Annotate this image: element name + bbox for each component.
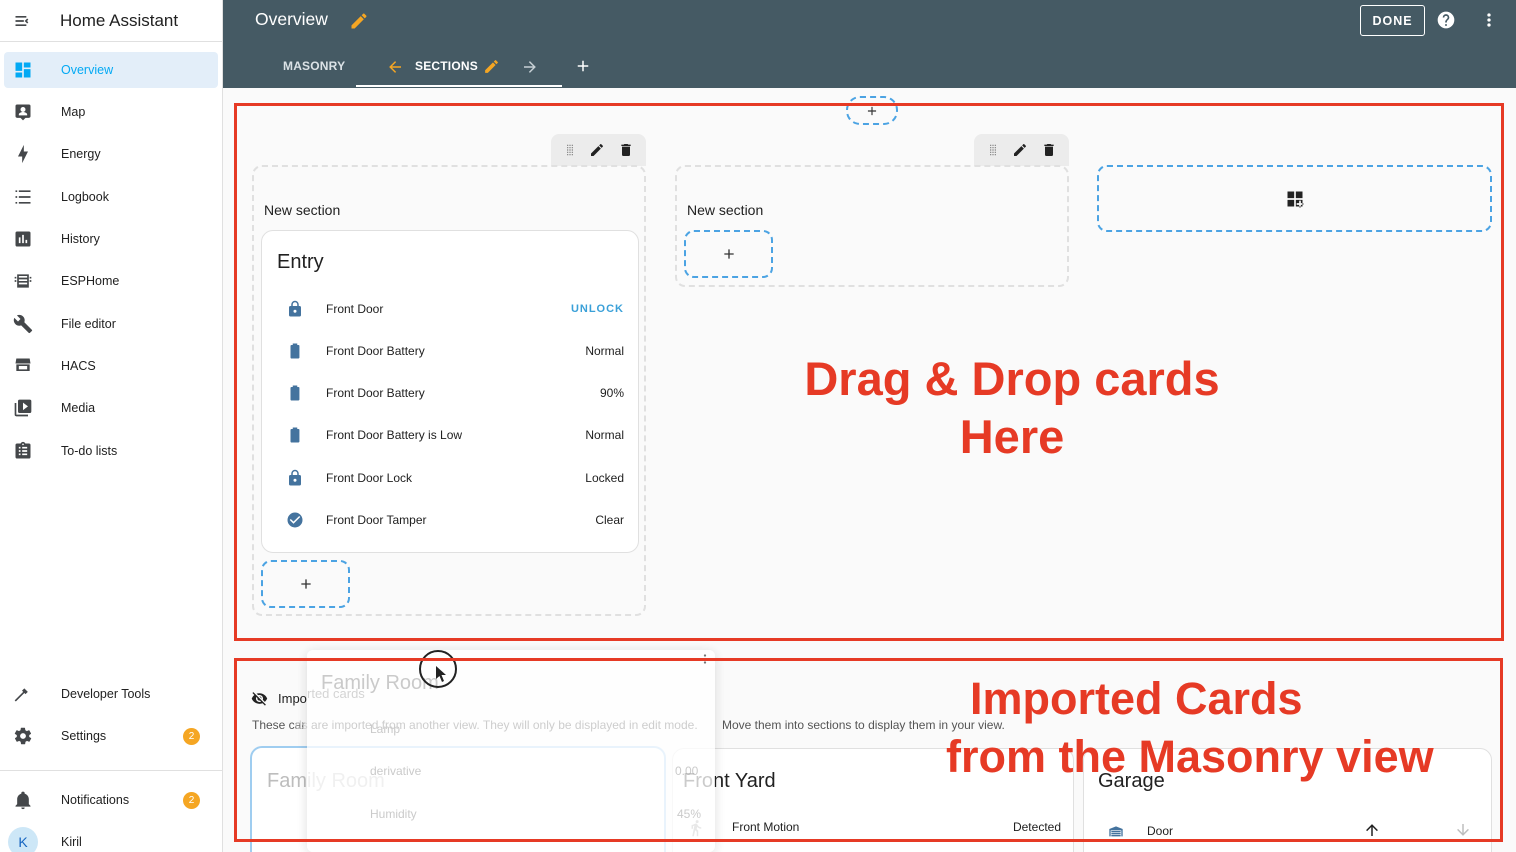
lightning-bolt-icon	[4, 144, 42, 164]
sidebar-item-label: File editor	[61, 317, 116, 331]
chart-box-icon	[4, 229, 42, 249]
annotation-drag-drop: Drag & Drop cards Here	[780, 350, 1244, 466]
menu-collapse-icon[interactable]	[0, 11, 46, 31]
settings-badge: 2	[183, 728, 200, 745]
sidebar-item-label: Map	[61, 105, 86, 119]
sidebar: Home Assistant Overview Map Energy Logbo…	[0, 0, 223, 852]
sidebar-item-map[interactable]: Map	[4, 94, 218, 130]
page-title: Overview	[255, 9, 328, 29]
more-options-icon[interactable]	[1479, 10, 1499, 30]
sidebar-item-todo-lists[interactable]: To-do lists	[4, 433, 218, 469]
bell-icon	[4, 790, 42, 810]
sidebar-header: Home Assistant	[0, 0, 222, 42]
edit-title-pencil-icon[interactable]	[349, 11, 369, 31]
sidebar-item-logbook[interactable]: Logbook	[4, 179, 218, 215]
annotation-line: Imported Cards	[970, 673, 1303, 724]
user-name: Kiril	[61, 835, 82, 849]
sidebar-item-label: Settings	[61, 729, 107, 743]
tab-masonry[interactable]: MASONRY	[283, 59, 345, 73]
play-box-icon	[4, 398, 42, 418]
sidebar-item-label: Logbook	[61, 190, 109, 204]
clipboard-list-icon	[4, 441, 42, 461]
app-header: Overview DONE MASONRY SECTIONS	[223, 0, 1516, 88]
done-button[interactable]: DONE	[1360, 5, 1425, 36]
edit-view-pencil-icon[interactable]	[483, 58, 500, 75]
gear-icon	[4, 726, 42, 746]
active-tab-indicator	[356, 85, 562, 87]
sidebar-item-history[interactable]: History	[4, 221, 218, 257]
sidebar-item-notifications[interactable]: Notifications 2	[4, 782, 218, 818]
sidebar-item-overview[interactable]: Overview	[4, 52, 218, 88]
sidebar-item-media[interactable]: Media	[4, 390, 218, 426]
sidebar-item-settings[interactable]: Settings 2	[4, 718, 218, 754]
sidebar-item-esphome[interactable]: ESPHome	[4, 263, 218, 299]
sidebar-item-energy[interactable]: Energy	[4, 136, 218, 172]
view-dashboard-icon	[4, 60, 42, 80]
sidebar-item-label: Media	[61, 401, 96, 415]
sidebar-item-label: To-do lists	[61, 444, 118, 458]
move-view-left-arrow-icon[interactable]	[386, 58, 404, 76]
app-title: Home Assistant	[60, 10, 179, 30]
annotation-line: from the Masonry view	[946, 731, 1434, 782]
annotation-line: Here	[959, 410, 1065, 463]
sidebar-item-hacs[interactable]: HACS	[4, 348, 218, 384]
map-icon	[4, 102, 42, 122]
wrench-icon	[4, 314, 42, 334]
sidebar-item-user[interactable]: K Kiril	[4, 824, 218, 852]
sidebar-item-label: Developer Tools	[61, 687, 151, 701]
sidebar-item-label: Energy	[61, 147, 101, 161]
sidebar-item-developer-tools[interactable]: Developer Tools	[4, 676, 218, 712]
annotation-line: Drag & Drop cards	[804, 352, 1220, 405]
sidebar-item-file-editor[interactable]: File editor	[4, 306, 218, 342]
add-view-plus-icon[interactable]	[574, 57, 592, 75]
sidebar-item-label: HACS	[61, 359, 96, 373]
sidebar-item-label: History	[61, 232, 100, 246]
sidebar-divider	[0, 770, 223, 771]
hacs-icon	[4, 356, 42, 376]
list-icon	[4, 187, 42, 207]
help-icon[interactable]	[1436, 10, 1456, 30]
move-view-right-arrow-icon[interactable]	[521, 58, 539, 76]
annotation-imported: Imported Cards from the Masonry view	[946, 670, 1466, 786]
sidebar-item-label: ESPHome	[61, 274, 120, 288]
chip-icon	[4, 271, 42, 291]
avatar: K	[8, 827, 38, 852]
notifications-badge: 2	[183, 792, 200, 809]
tab-sections[interactable]: SECTIONS	[415, 59, 478, 73]
sidebar-item-label: Notifications	[61, 793, 130, 807]
hammer-icon	[4, 684, 42, 704]
sidebar-item-label: Overview	[61, 63, 114, 77]
